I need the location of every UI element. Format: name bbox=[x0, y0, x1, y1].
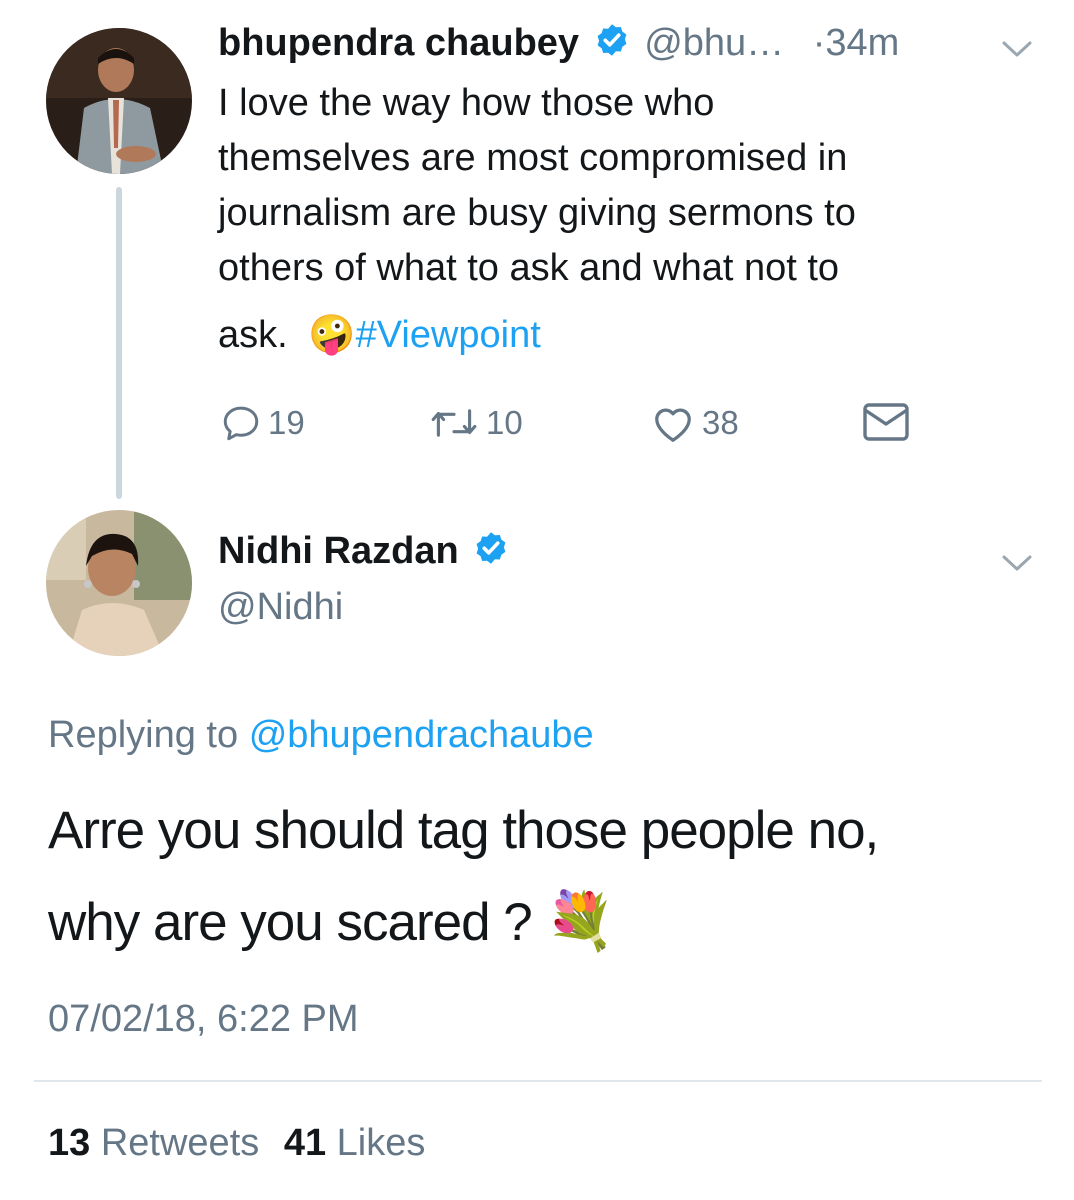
bouquet-emoji: 💐 bbox=[545, 889, 616, 952]
retweet-count: 10 bbox=[486, 404, 523, 441]
avatar-bhupendra[interactable] bbox=[46, 28, 192, 174]
verified-badge-icon bbox=[594, 22, 630, 68]
replying-to: Replying to @bhupendrachaube bbox=[48, 714, 594, 757]
engagement-stats: 13 Retweets 41 Likes bbox=[48, 1122, 425, 1165]
tweet-text-line: themselves are most compromised in bbox=[218, 137, 848, 179]
like-icon bbox=[655, 408, 691, 442]
author-handle[interactable]: @Nidhi bbox=[218, 586, 343, 629]
chevron-down-icon[interactable] bbox=[1000, 38, 1034, 60]
retweet-action[interactable]: 10 bbox=[428, 402, 523, 444]
verified-badge-icon bbox=[473, 530, 509, 576]
main-tweet-header: Nidhi Razdan bbox=[218, 530, 509, 576]
like-count: 38 bbox=[702, 404, 739, 441]
replying-to-label: Replying to bbox=[48, 714, 239, 756]
reply-action[interactable]: 19 bbox=[220, 402, 305, 444]
avatar-nidhi[interactable] bbox=[46, 510, 192, 656]
thread-connector-line bbox=[116, 187, 122, 499]
author-handle[interactable]: @bhu… bbox=[644, 22, 784, 64]
zany-face-emoji: 🤪 bbox=[308, 314, 356, 356]
retweet-label: Retweets bbox=[100, 1122, 260, 1164]
tweet-timestamp[interactable]: 07/02/18, 6:22 PM bbox=[48, 998, 359, 1041]
hashtag-link[interactable]: #Viewpoint bbox=[356, 314, 541, 356]
retweet-total: 13 bbox=[48, 1122, 91, 1164]
author-name[interactable]: Nidhi Razdan bbox=[218, 530, 459, 572]
tweet-time[interactable]: ·34m bbox=[813, 22, 900, 64]
replying-to-handle[interactable]: @bhupendrachaube bbox=[249, 714, 594, 756]
retweets-stat[interactable]: 13 Retweets bbox=[48, 1122, 270, 1164]
main-tweet-text: Arre you should tag those people no, why… bbox=[48, 786, 1048, 968]
tweet-text-end: ask. bbox=[218, 314, 288, 356]
tweet-text-line: Arre you should tag those people no, bbox=[48, 801, 879, 860]
like-total: 41 bbox=[283, 1122, 327, 1164]
tweet-text-line-2: why are you scared ? bbox=[48, 893, 533, 952]
parent-tweet-header: bhupendra chaubey @bhu… ·34m bbox=[218, 22, 1038, 72]
reply-count: 19 bbox=[268, 404, 305, 441]
like-label: Likes bbox=[336, 1122, 426, 1164]
divider bbox=[34, 1080, 1042, 1082]
like-action[interactable]: 38 bbox=[650, 402, 739, 444]
author-name[interactable]: bhupendra chaubey bbox=[218, 22, 579, 64]
parent-tweet-text: I love the way how those who themselves … bbox=[218, 76, 1048, 363]
tweet-text-line: ask. 🤪#Viewpoint bbox=[218, 308, 1048, 363]
tweet-text-line: others of what to ask and what not to bbox=[218, 247, 840, 289]
message-icon[interactable] bbox=[862, 402, 910, 442]
retweet-icon bbox=[431, 409, 477, 437]
tweet-text-line: why are you scared ? 💐 bbox=[48, 876, 1048, 968]
tweet-text-line: I love the way how those who bbox=[218, 82, 715, 124]
tweet-text-line: journalism are busy giving sermons to bbox=[218, 192, 856, 234]
reply-icon bbox=[223, 406, 259, 441]
chevron-down-icon[interactable] bbox=[1000, 552, 1034, 574]
likes-stat[interactable]: 41 Likes bbox=[284, 1122, 426, 1164]
